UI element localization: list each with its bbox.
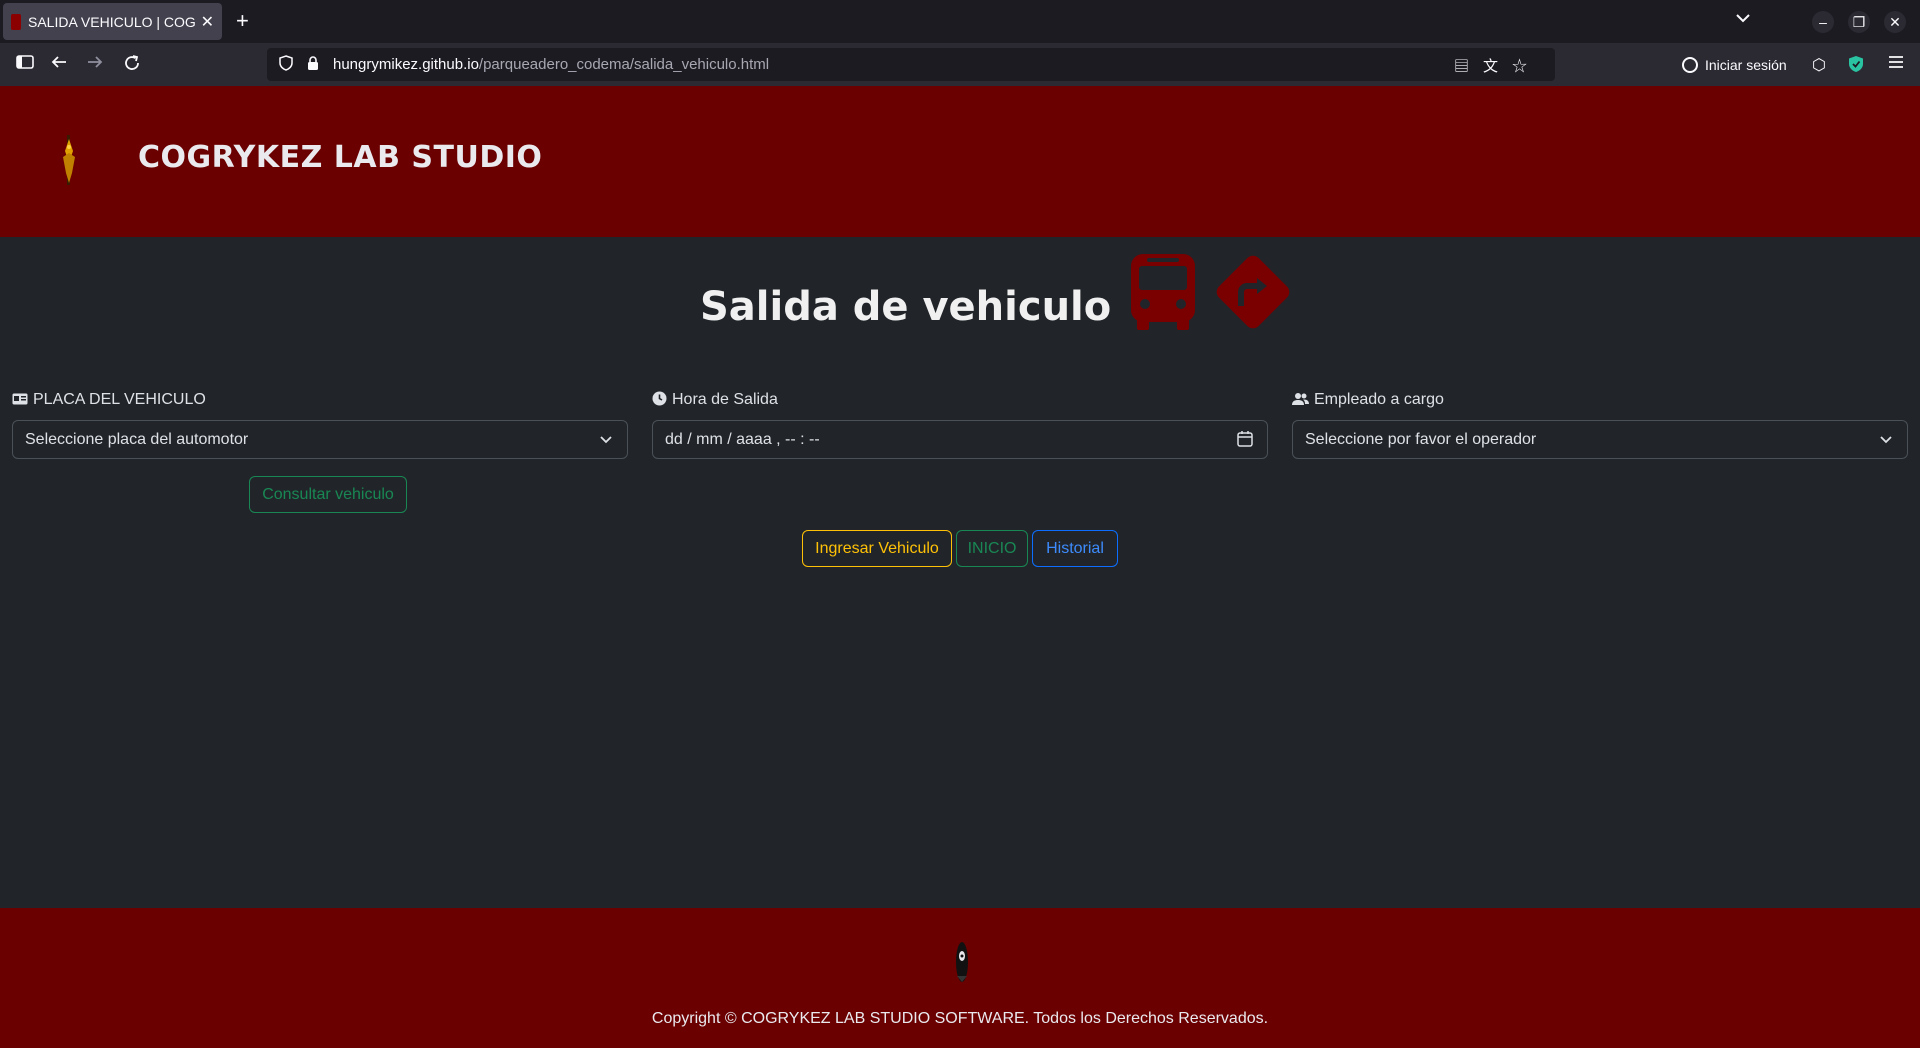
- site-footer: Copyright © COGRYKEZ LAB STUDIO SOFTWARE…: [0, 908, 1920, 1048]
- tab-title: SALIDA VEHICULO | COGRYKEZ: [28, 13, 195, 30]
- sign-turn-right-icon: [1216, 255, 1290, 329]
- url-host: hungrymikez.github.io: [333, 56, 479, 73]
- consultar-vehiculo-button[interactable]: Consultar vehiculo: [249, 476, 407, 513]
- chevron-down-icon: [600, 436, 612, 444]
- close-window-icon[interactable]: ✕: [1884, 11, 1906, 33]
- hora-datetime-input[interactable]: dd / mm / aaaa , -- : --: [652, 420, 1268, 459]
- url-path: /parqueadero_codema/salida_vehiculo.html: [478, 56, 770, 73]
- reload-icon[interactable]: [123, 54, 141, 76]
- sign-in-button[interactable]: Iniciar sesión: [1674, 49, 1795, 80]
- forward-icon[interactable]: [86, 54, 104, 74]
- minimize-icon[interactable]: –: [1812, 11, 1834, 33]
- empleado-select-value: Seleccione por favor el operador: [1305, 430, 1537, 448]
- empleado-label-text: Empleado a cargo: [1314, 391, 1444, 408]
- hora-label-text: Hora de Salida: [672, 391, 778, 408]
- placa-label-text: PLACA DEL VEHICULO: [33, 391, 206, 408]
- hora-datetime-placeholder: dd / mm / aaaa , -- : --: [665, 430, 820, 448]
- browser-tab[interactable]: SALIDA VEHICULO | COGRYKEZ ✕: [3, 3, 222, 40]
- url-actions: ▤文☆: [1454, 55, 1541, 76]
- browser-tab-bar: SALIDA VEHICULO | COGRYKEZ ✕ + – ❐ ✕: [0, 0, 1920, 43]
- bus-icon: [1131, 254, 1196, 330]
- empleado-select[interactable]: Seleccione por favor el operador: [1292, 420, 1908, 459]
- calendar-icon[interactable]: [1237, 430, 1253, 448]
- hora-label: Hora de Salida: [652, 391, 778, 409]
- page-title: Salida de vehiculo: [700, 284, 1112, 330]
- sign-in-label: Iniciar sesión: [1705, 56, 1787, 73]
- historial-button[interactable]: Historial: [1032, 530, 1118, 567]
- extensions-icon[interactable]: ⬡: [1812, 55, 1826, 75]
- users-icon: [1292, 392, 1309, 408]
- clock-icon: [652, 391, 667, 409]
- account-icon: [1682, 56, 1698, 73]
- restore-icon[interactable]: ❐: [1848, 11, 1870, 33]
- close-tab-icon[interactable]: ✕: [201, 12, 214, 32]
- address-bar[interactable]: hungrymikez.github.io/parqueadero_codema…: [267, 48, 1555, 81]
- inicio-button[interactable]: INICIO: [956, 530, 1028, 567]
- lock-icon[interactable]: [307, 55, 319, 74]
- shield-extension-icon[interactable]: [1848, 55, 1864, 78]
- placa-select[interactable]: Seleccione placa del automotor: [12, 420, 628, 459]
- sidebar-toggle-icon[interactable]: [16, 54, 34, 74]
- browser-toolbar: hungrymikez.github.io/parqueadero_codema…: [0, 43, 1920, 86]
- brand-logo-icon: [63, 135, 75, 185]
- back-icon[interactable]: [50, 54, 68, 74]
- bookmark-star-icon[interactable]: ☆: [1512, 58, 1541, 75]
- page-heading: Salida de vehiculo: [700, 254, 1295, 334]
- translate-icon[interactable]: 文: [1483, 58, 1512, 75]
- app-menu-icon[interactable]: [1888, 55, 1904, 74]
- copyright-text: Copyright © COGRYKEZ LAB STUDIO SOFTWARE…: [651, 1010, 1269, 1027]
- tracking-shield-icon[interactable]: [279, 55, 293, 74]
- empleado-label: Empleado a cargo: [1292, 391, 1444, 409]
- site-title: COGRYKEZ LAB STUDIO: [138, 140, 543, 175]
- vehicle-card-icon: [12, 393, 28, 408]
- ingresar-vehiculo-button[interactable]: Ingresar Vehiculo: [802, 530, 952, 567]
- chevron-down-icon: [1880, 436, 1892, 444]
- footer-logo-icon: [956, 942, 968, 982]
- list-all-tabs-icon[interactable]: [1736, 10, 1750, 26]
- new-tab-button[interactable]: +: [236, 8, 249, 34]
- reader-view-icon[interactable]: ▤: [1454, 58, 1483, 75]
- placa-label: PLACA DEL VEHICULO: [12, 391, 206, 409]
- site-favicon-icon: [11, 13, 21, 30]
- placa-select-value: Seleccione placa del automotor: [25, 430, 249, 448]
- site-header: COGRYKEZ LAB STUDIO: [0, 86, 1920, 237]
